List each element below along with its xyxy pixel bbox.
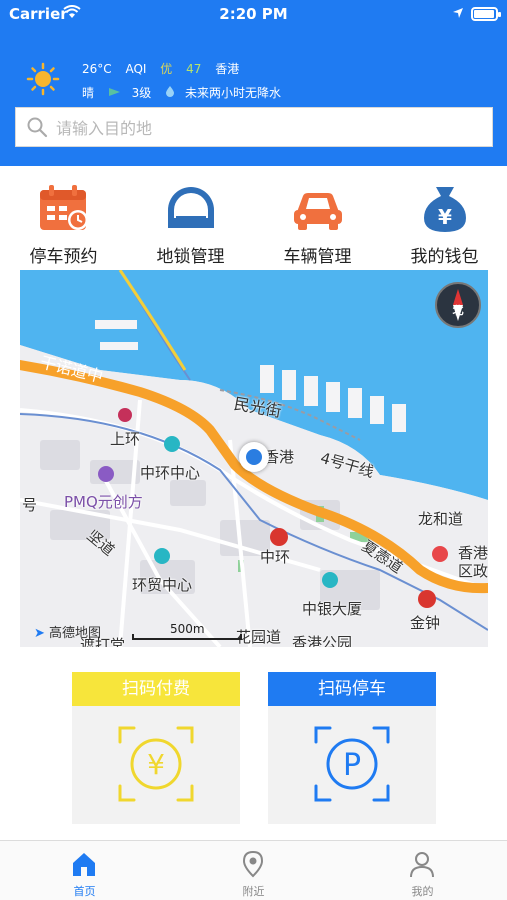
city: 香港: [215, 62, 240, 76]
parking-scan-icon: P: [312, 724, 392, 804]
map-label-hao: 号: [22, 496, 38, 514]
map-scale-bar: [132, 634, 242, 640]
menu-item-parking-reservation[interactable]: 停车预约: [0, 166, 127, 270]
map-view[interactable]: 干诺道中 民光街 上环 香港 中环中心 4号干线 PMQ元创方 号 龙和道 坚道…: [20, 270, 488, 647]
location-pin-icon: [239, 850, 267, 878]
compass-label: 北: [452, 304, 464, 317]
metro-icon: [270, 528, 288, 546]
battery-level: [474, 10, 494, 18]
poi-icon: [98, 466, 114, 482]
metro-icon: [118, 408, 132, 422]
amap-name: 高德地图: [49, 626, 102, 641]
scan-to-pay-card[interactable]: 扫码付费 ¥: [72, 672, 240, 824]
yuan-scan-icon: ¥: [116, 724, 196, 804]
menu-label: 车辆管理: [283, 247, 352, 267]
map-label-zhonghuan-center: 中环中心: [140, 464, 201, 482]
status-bar: Carrier 2:20 PM: [0, 0, 507, 28]
tab-bar: 首页 附近 我的: [0, 840, 507, 900]
amap-arrow-icon: ➤: [34, 626, 45, 641]
svg-text:P: P: [343, 748, 361, 783]
poi-icon: [322, 572, 338, 588]
map-label-district: 区政: [458, 562, 488, 580]
wind-flag-icon: [108, 86, 122, 100]
map-label-pmq: PMQ元创方: [64, 493, 143, 511]
search-input[interactable]: 请输入目的地: [15, 107, 493, 147]
parking-lock-icon: [164, 184, 218, 234]
current-location-marker: [239, 442, 269, 472]
battery-icon: [471, 7, 501, 21]
tab-nearby[interactable]: 附近: [169, 841, 338, 900]
search-placeholder: 请输入目的地: [56, 119, 153, 138]
app-root: Carrier 2:20 PM 26°C AQI 优 47 香港 晴 3级 未来…: [0, 0, 507, 900]
menu-item-lock-management[interactable]: 地锁管理: [127, 166, 254, 270]
clock: 2:20 PM: [219, 5, 288, 23]
menu-item-vehicle-management[interactable]: 车辆管理: [254, 166, 381, 270]
raindrop-icon: [165, 86, 175, 100]
map-label-zhonghuan: 中环: [260, 548, 291, 566]
map-label-shanghuan: 上环: [110, 430, 141, 448]
temperature: 26°C: [82, 62, 112, 76]
quick-menu: 停车预约 地锁管理 车辆管理 ¥ 我的钱包: [0, 166, 507, 270]
compass-button[interactable]: 北: [435, 282, 481, 328]
poi-icon: [154, 548, 170, 564]
user-icon: [408, 850, 436, 878]
wind-level: 3级: [131, 86, 152, 100]
scan-to-park-card[interactable]: 扫码停车 P: [268, 672, 436, 824]
tab-label: 首页: [73, 885, 96, 898]
map-label-jinzhong: 金钟: [410, 614, 441, 632]
sun-icon: [26, 62, 60, 96]
map-label-park: 香港公园: [292, 634, 353, 647]
card-title: 扫码停车: [268, 672, 436, 706]
svg-text:¥: ¥: [438, 205, 452, 229]
aqi-label: AQI: [125, 62, 147, 76]
poi-icon: [164, 436, 180, 452]
header: Carrier 2:20 PM 26°C AQI 优 47 香港 晴 3级 未来…: [0, 0, 507, 166]
map-label-longhedao: 龙和道: [418, 510, 464, 528]
home-icon: [70, 850, 98, 878]
search-icon: [26, 116, 48, 138]
map-label-gardens: 花园道: [236, 628, 282, 646]
weather-row-1: 26°C AQI 优 47 香港: [82, 60, 249, 77]
tab-mine[interactable]: 我的: [338, 841, 507, 900]
map-label-huanmao: 环贸中心: [132, 576, 193, 594]
aqi-value: 47: [186, 62, 202, 76]
condition: 晴: [82, 86, 95, 100]
weather-row-2: 晴 3级 未来两小时无降水: [82, 84, 291, 101]
tab-label: 附近: [242, 885, 265, 898]
amap-logo: ➤ 高德地图: [34, 622, 101, 641]
rain-forecast: 未来两小时无降水: [184, 86, 281, 100]
menu-label: 地锁管理: [156, 247, 225, 267]
menu-label: 我的钱包: [410, 247, 479, 267]
aqi-quality: 优: [160, 62, 173, 76]
car-icon: [291, 184, 345, 234]
tab-label: 我的: [411, 885, 434, 898]
calendar-clock-icon: [37, 184, 91, 234]
metro-icon: [418, 590, 436, 608]
svg-text:¥: ¥: [147, 748, 165, 781]
poi-icon: [432, 546, 448, 562]
menu-item-my-wallet[interactable]: ¥ 我的钱包: [381, 166, 507, 270]
tab-home[interactable]: 首页: [0, 841, 169, 900]
money-bag-icon: ¥: [418, 184, 472, 234]
map-label-bank: 中银大厦: [302, 600, 363, 618]
card-title: 扫码付费: [72, 672, 240, 706]
menu-label: 停车预约: [29, 247, 98, 267]
location-arrow-icon: [452, 5, 464, 23]
